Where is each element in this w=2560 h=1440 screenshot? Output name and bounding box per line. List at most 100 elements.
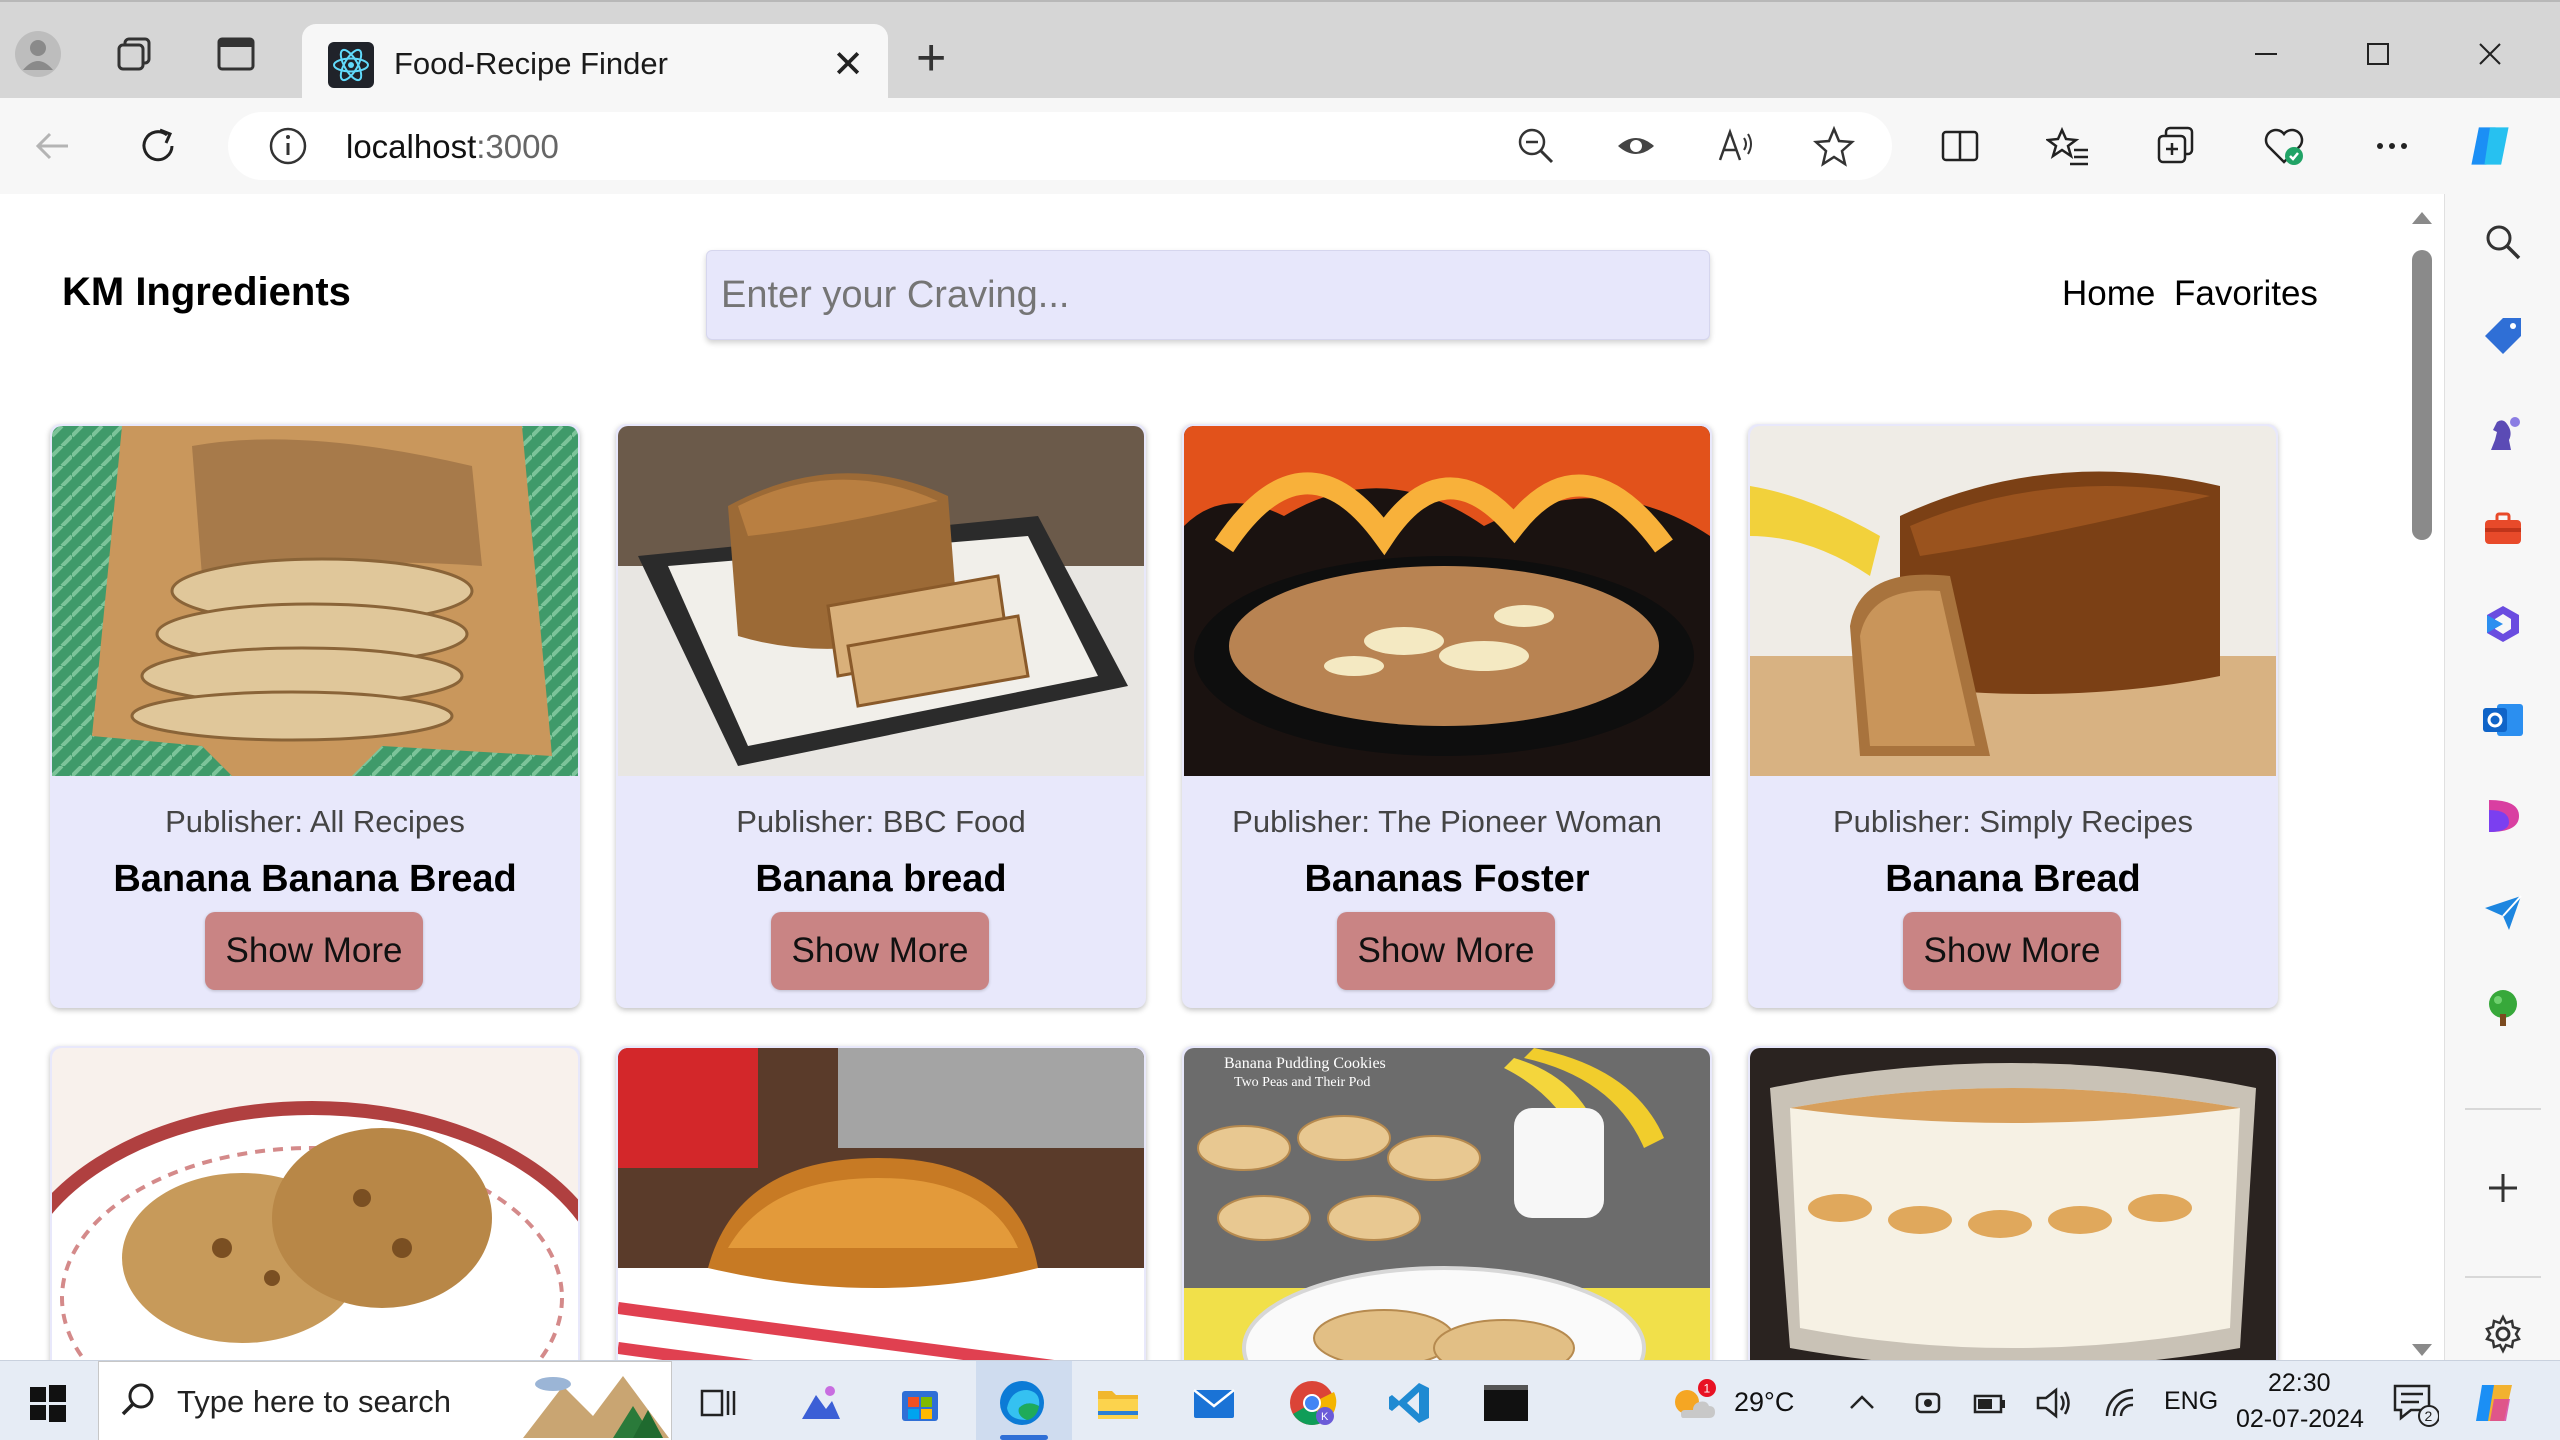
workspaces-icon[interactable] xyxy=(110,30,158,78)
recipe-image-banana-cookies[interactable] xyxy=(52,1048,578,1360)
search-highlight-mountains-icon xyxy=(523,1366,669,1438)
photos-app-icon[interactable] xyxy=(792,1375,848,1431)
send-plane-icon[interactable] xyxy=(2479,888,2527,936)
close-tab-icon[interactable]: ✕ xyxy=(832,42,864,87)
recipe-card[interactable]: Publisher: Simply Recipes Banana Bread S… xyxy=(1748,424,2278,1008)
show-more-button[interactable]: Show More xyxy=(771,912,989,990)
show-more-button[interactable]: Show More xyxy=(205,912,423,990)
input-language[interactable]: ENG xyxy=(2164,1387,2218,1416)
back-icon[interactable] xyxy=(26,120,78,172)
minimize-icon[interactable] xyxy=(2236,26,2296,82)
nav-link-home[interactable]: Home xyxy=(2062,274,2155,314)
taskbar-search-placeholder: Type here to search xyxy=(177,1384,451,1419)
image-caption-title: Banana Pudding Cookies xyxy=(1224,1055,1386,1072)
edge-browser-icon[interactable] xyxy=(994,1375,1050,1431)
sidebar-divider xyxy=(2465,1276,2541,1278)
microsoft-365-icon[interactable] xyxy=(2479,600,2527,648)
recipe-image-banana-bread-loaf[interactable] xyxy=(1750,426,2276,776)
collections-icon[interactable] xyxy=(2150,120,2202,172)
task-view-icon[interactable] xyxy=(690,1375,746,1431)
tracking-prevention-eye-icon[interactable] xyxy=(1614,124,1658,168)
address-bar[interactable]: localhost:3000 xyxy=(228,112,1892,180)
designer-icon[interactable] xyxy=(2479,792,2527,840)
page-scrollbar[interactable] xyxy=(2400,194,2444,1360)
outlook-icon[interactable] xyxy=(2479,696,2527,744)
weather-icon[interactable]: 1 xyxy=(1666,1375,1722,1431)
maximize-icon[interactable] xyxy=(2348,26,2408,82)
url-text[interactable]: localhost:3000 xyxy=(346,128,559,166)
tools-briefcase-icon[interactable] xyxy=(2479,504,2527,552)
meet-now-icon[interactable] xyxy=(1900,1375,1956,1431)
chrome-icon[interactable]: K xyxy=(1284,1375,1340,1431)
nav-link-favorites[interactable]: Favorites xyxy=(2174,274,2318,314)
close-window-icon[interactable] xyxy=(2460,26,2520,82)
terminal-icon[interactable] xyxy=(1478,1375,1534,1431)
recipe-image-banana-bread-slices[interactable] xyxy=(52,426,578,776)
recipe-title: Bananas Foster xyxy=(1304,858,1590,900)
windows-start-icon[interactable] xyxy=(20,1375,76,1431)
recipe-image-banana-pudding-cookies[interactable]: Banana Pudding Cookies Two Peas and Thei… xyxy=(1184,1048,1710,1360)
show-more-button[interactable]: Show More xyxy=(1903,912,2121,990)
notification-count: 2 xyxy=(2425,1408,2433,1424)
recipe-card[interactable]: Publisher: BBC Food Banana bread Show Mo… xyxy=(616,424,1146,1008)
zoom-out-icon[interactable] xyxy=(1514,124,1558,168)
shopping-tag-icon[interactable] xyxy=(2479,312,2527,360)
volume-icon[interactable] xyxy=(2026,1375,2082,1431)
taskbar-search-box[interactable]: Type here to search xyxy=(98,1361,672,1440)
notifications-icon[interactable]: 2 xyxy=(2386,1375,2442,1431)
clock-date[interactable]: 02-07-2024 xyxy=(2236,1405,2364,1434)
profile-icon[interactable] xyxy=(14,30,62,78)
screen: Food-Recipe Finder ✕ + localhost:3000 KM… xyxy=(0,0,2560,1440)
recipe-search-input[interactable] xyxy=(706,250,1710,340)
read-aloud-icon[interactable] xyxy=(1714,124,1758,168)
sidebar-search-icon[interactable] xyxy=(2479,218,2527,266)
show-more-button[interactable]: Show More xyxy=(1337,912,1555,990)
recipe-publisher: Publisher: The Pioneer Woman xyxy=(1232,804,1662,839)
scrollbar-thumb[interactable] xyxy=(2412,250,2432,540)
wifi-icon[interactable] xyxy=(2092,1375,2148,1431)
recipe-title: Banana Banana Bread xyxy=(113,858,517,900)
add-sidebar-app-icon[interactable] xyxy=(2479,1164,2527,1212)
split-screen-icon[interactable] xyxy=(1934,120,1986,172)
recipe-card[interactable]: Banana Pudding Cookies Two Peas and Thei… xyxy=(1182,1046,1712,1360)
taskbar-copilot-icon[interactable] xyxy=(2466,1375,2522,1431)
edge-sidebar xyxy=(2444,194,2560,1360)
weather-temperature[interactable]: 29°C xyxy=(1734,1387,1794,1418)
recipe-card[interactable] xyxy=(1748,1046,2278,1360)
recipe-image-banana-pudding-trifle[interactable] xyxy=(1750,1048,2276,1360)
scroll-down-arrow-icon[interactable] xyxy=(2412,1344,2432,1356)
tab-title: Food-Recipe Finder xyxy=(394,46,668,81)
sidebar-settings-gear-icon[interactable] xyxy=(2479,1310,2527,1358)
recipe-image-banana-bread-basket[interactable] xyxy=(618,426,1144,776)
new-tab-icon[interactable]: + xyxy=(916,32,946,84)
site-info-icon[interactable] xyxy=(268,126,308,166)
refresh-icon[interactable] xyxy=(132,120,184,172)
recipe-image-bananas-foster-flambe[interactable] xyxy=(1184,426,1710,776)
browser-toolbar: localhost:3000 xyxy=(0,98,2560,194)
games-chess-icon[interactable] xyxy=(2479,408,2527,456)
active-tab[interactable]: Food-Recipe Finder ✕ xyxy=(302,24,888,104)
brand-logo-text[interactable]: KM Ingredients xyxy=(62,270,351,315)
image-caption-subtitle: Two Peas and Their Pod xyxy=(1234,1075,1370,1090)
microsoft-store-icon[interactable] xyxy=(892,1375,948,1431)
recipe-card[interactable]: Publisher: The Pioneer Woman Bananas Fos… xyxy=(1182,424,1712,1008)
scroll-up-arrow-icon[interactable] xyxy=(2412,212,2432,224)
mail-icon[interactable] xyxy=(1186,1375,1242,1431)
file-explorer-icon[interactable] xyxy=(1090,1375,1146,1431)
more-menu-icon[interactable] xyxy=(2366,120,2418,172)
recipe-title: Banana bread xyxy=(755,858,1007,900)
recipe-card[interactable]: Publisher: All Recipes Banana Banana Bre… xyxy=(50,424,580,1008)
browser-essentials-icon[interactable] xyxy=(2258,120,2310,172)
vscode-icon[interactable] xyxy=(1382,1375,1438,1431)
recipe-image-banana-bread-towel[interactable] xyxy=(618,1048,1144,1360)
vertical-tabs-icon[interactable] xyxy=(212,30,260,78)
copilot-icon[interactable] xyxy=(2464,120,2516,172)
recipe-card[interactable] xyxy=(616,1046,1146,1360)
recipe-card[interactable] xyxy=(50,1046,580,1360)
battery-icon[interactable] xyxy=(1962,1375,2018,1431)
favorites-list-icon[interactable] xyxy=(2042,120,2094,172)
clock-time[interactable]: 22:30 xyxy=(2268,1369,2331,1398)
tree-icon[interactable] xyxy=(2479,984,2527,1032)
show-hidden-icons-chevron-icon[interactable] xyxy=(1834,1375,1890,1431)
favorite-star-icon[interactable] xyxy=(1812,124,1856,168)
